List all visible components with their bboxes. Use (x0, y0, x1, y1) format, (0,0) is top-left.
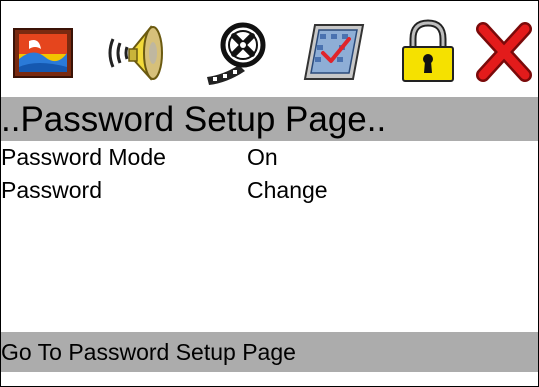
film-reel-icon[interactable] (205, 19, 271, 85)
menu-item-password-mode[interactable]: Password Mode On (1, 141, 538, 174)
menu-item-value[interactable]: On (247, 142, 278, 172)
status-bar: Go To Password Setup Page (1, 332, 538, 372)
osd-toolbar (1, 1, 538, 96)
menu-list: Password Mode On Password Change (1, 141, 538, 207)
page-title: ..Password Setup Page.. (1, 100, 387, 139)
page-title-bar: ..Password Setup Page.. (1, 97, 538, 141)
picture-icon[interactable] (11, 19, 77, 85)
menu-item-password[interactable]: Password Change (1, 174, 538, 207)
close-icon[interactable] (471, 19, 537, 85)
tv-setup-icon[interactable] (301, 19, 367, 85)
menu-item-label: Password Mode (1, 144, 166, 170)
padlock-icon[interactable] (395, 19, 461, 85)
menu-item-value[interactable]: Change (247, 175, 328, 205)
osd-screen: ..Password Setup Page.. Password Mode On… (0, 0, 539, 387)
speaker-icon[interactable] (107, 19, 173, 85)
menu-item-label: Password (1, 177, 102, 203)
status-text: Go To Password Setup Page (1, 339, 296, 365)
